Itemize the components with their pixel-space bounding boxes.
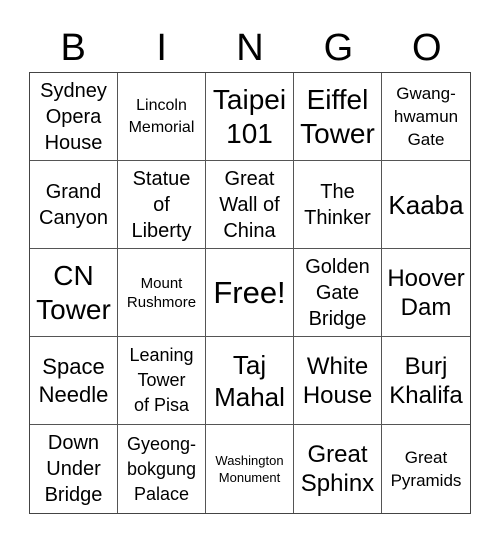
bingo-cell[interactable]: Burj Khalifa (382, 337, 470, 425)
bingo-cell[interactable]: Eiffel Tower (294, 73, 382, 161)
bingo-cell[interactable]: Great Pyramids (382, 425, 470, 513)
cell-label: Space Needle (38, 353, 109, 407)
cell-label: Mount Rushmore (126, 274, 197, 311)
bingo-cell[interactable]: CN Tower (30, 249, 118, 337)
cell-label: Great Pyramids (390, 448, 462, 490)
cell-label: Great Wall of China (219, 167, 280, 242)
cell-label: CN Tower (36, 259, 111, 325)
cell-label: The Thinker (304, 180, 371, 229)
cell-label: Statue of Liberty (131, 167, 192, 242)
bingo-grid: Sydney Opera House Lincoln Memorial Taip… (29, 72, 471, 514)
bingo-cell[interactable]: Space Needle (30, 337, 118, 425)
bingo-cell[interactable]: Leaning Tower of Pisa (118, 337, 206, 425)
cell-label: Grand Canyon (39, 180, 108, 229)
cell-label: White House (302, 352, 373, 409)
bingo-cell[interactable]: Down Under Bridge (30, 425, 118, 513)
bingo-cell[interactable]: Taj Mahal (206, 337, 294, 425)
cell-label: Eiffel Tower (300, 83, 375, 149)
header-letter-b: B (60, 27, 86, 69)
bingo-cell[interactable]: White House (294, 337, 382, 425)
cell-label: Hoover Dam (387, 264, 465, 321)
bingo-cell[interactable]: Great Wall of China (206, 161, 294, 249)
cell-label: Golden Gate Bridge (305, 255, 370, 330)
bingo-cell[interactable]: Sydney Opera House (30, 73, 118, 161)
free-space-cell[interactable]: Free! (206, 249, 294, 337)
cell-label: Sydney Opera House (40, 79, 107, 154)
cell-label: Free! (213, 274, 286, 310)
bingo-cell[interactable]: Gyeong- bokgung Palace (118, 425, 206, 513)
cell-label: Taipei 101 (212, 83, 287, 149)
bingo-cell[interactable]: Statue of Liberty (118, 161, 206, 249)
bingo-cell[interactable]: Golden Gate Bridge (294, 249, 382, 337)
cell-label: Gyeong- bokgung Palace (126, 433, 197, 504)
header-letter-g: G (323, 27, 354, 69)
cell-label: Great Sphinx (300, 441, 375, 497)
cell-label: Leaning Tower of Pisa (129, 345, 194, 415)
bingo-cell[interactable]: Grand Canyon (30, 161, 118, 249)
cell-label: Kaaba (388, 189, 464, 220)
bingo-cell[interactable]: Washington Monument (206, 425, 294, 513)
bingo-cell[interactable]: Kaaba (382, 161, 470, 249)
cell-label: Taj Mahal (214, 349, 285, 412)
bingo-cell[interactable]: Lincoln Memorial (118, 73, 206, 161)
bingo-cell[interactable]: Gwang- hwamun Gate (382, 73, 470, 161)
header-letter-i: I (156, 27, 167, 69)
header-letter-n: N (236, 27, 264, 69)
bingo-cell[interactable]: Mount Rushmore (118, 249, 206, 337)
bingo-cell[interactable]: Taipei 101 (206, 73, 294, 161)
bingo-header: B I N G O (29, 26, 471, 70)
cell-label: Gwang- hwamun Gate (393, 84, 459, 149)
cell-label: Burj Khalifa (389, 352, 463, 409)
cell-label: Washington Monument (215, 453, 284, 485)
bingo-cell[interactable]: The Thinker (294, 161, 382, 249)
cell-label: Lincoln Memorial (128, 96, 195, 136)
header-letter-o: O (412, 27, 442, 69)
cell-label: Down Under Bridge (44, 432, 103, 506)
bingo-cell[interactable]: Hoover Dam (382, 249, 470, 337)
bingo-cell[interactable]: Great Sphinx (294, 425, 382, 513)
